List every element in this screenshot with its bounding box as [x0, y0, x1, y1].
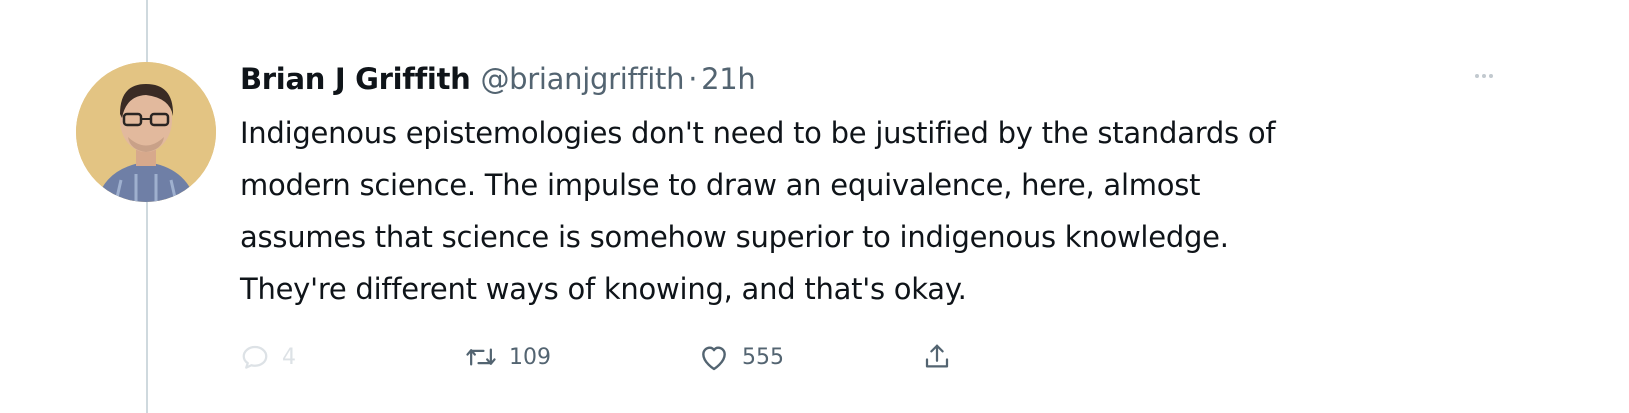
- avatar-portrait: [76, 62, 216, 202]
- more-dot: [1489, 74, 1493, 78]
- tweet-text-line: They're different ways of knowing, and t…: [240, 272, 967, 306]
- reply-button[interactable]: 4: [240, 337, 296, 377]
- retweet-icon: [466, 348, 496, 366]
- retweet-count: 109: [509, 344, 551, 370]
- tweet-card: Brian J Griffith @brianjgriffith · 21h I…: [0, 0, 1629, 413]
- reply-icon: [242, 345, 268, 369]
- more-dot: [1482, 74, 1486, 78]
- more-dot: [1475, 74, 1479, 78]
- heart-icon: [702, 346, 726, 371]
- tweet-text-line: modern science. The impulse to draw an e…: [240, 168, 1201, 202]
- author-display-name[interactable]: Brian J Griffith: [240, 62, 471, 96]
- avatar[interactable]: [76, 62, 216, 202]
- reply-count: 4: [282, 344, 296, 370]
- header-separator: ·: [688, 62, 698, 96]
- share-icon: [925, 344, 949, 368]
- author-handle[interactable]: @brianjgriffith: [480, 62, 684, 96]
- like-count: 555: [742, 344, 784, 370]
- tweet-timestamp[interactable]: 21h: [701, 62, 756, 96]
- tweet-text-line: assumes that science is somehow superior…: [240, 220, 1229, 254]
- tweet-text: Indigenous epistemologies don't need to …: [240, 107, 1490, 315]
- like-button[interactable]: 555: [698, 337, 784, 377]
- share-button[interactable]: [922, 337, 952, 377]
- tweet-header: Brian J Griffith @brianjgriffith · 21h: [240, 56, 756, 102]
- retweet-button[interactable]: 109: [465, 337, 551, 377]
- more-options-icon[interactable]: [1466, 66, 1502, 86]
- tweet-text-line: Indigenous epistemologies don't need to …: [240, 116, 1276, 150]
